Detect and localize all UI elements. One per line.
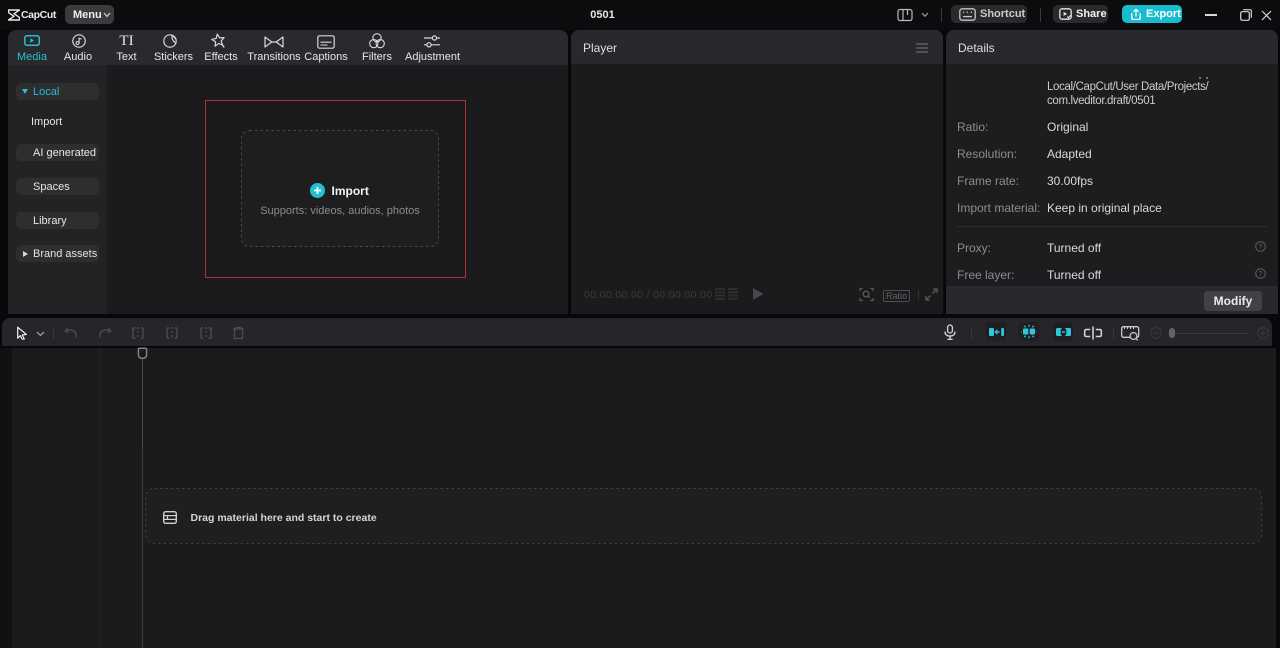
svg-text:?: ? [1259, 271, 1263, 278]
svg-text:?: ? [1259, 244, 1263, 251]
